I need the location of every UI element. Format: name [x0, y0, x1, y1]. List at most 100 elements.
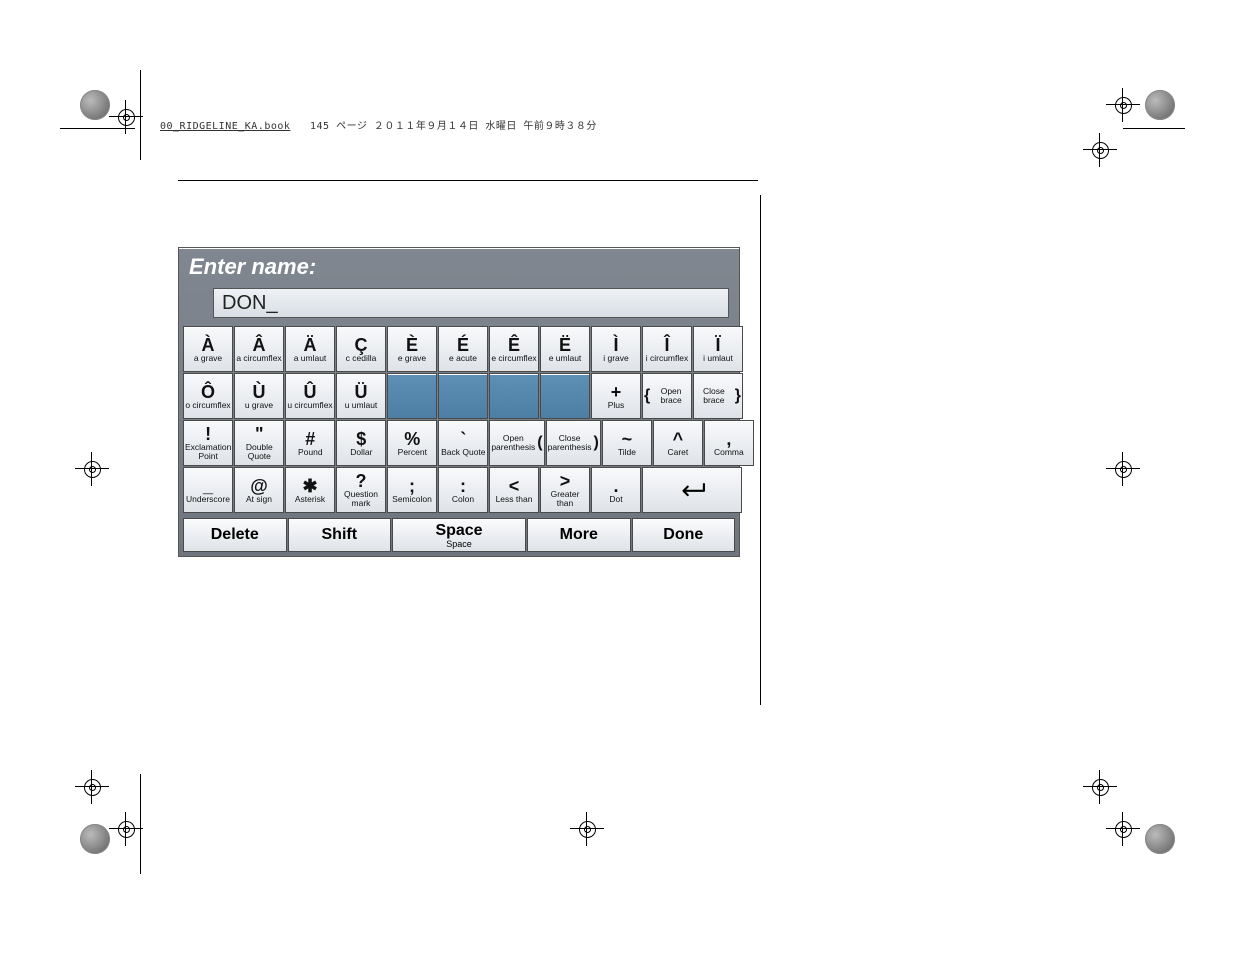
key-label: Semicolon: [392, 495, 432, 504]
key-pound[interactable]: #Pound: [285, 420, 335, 466]
key-glyph: Ç: [355, 336, 368, 354]
enter-key[interactable]: [642, 467, 742, 513]
register-mark: [1106, 88, 1140, 122]
key-glyph: !: [205, 425, 211, 443]
key-open-brace[interactable]: {Open brace: [642, 373, 692, 419]
key-label: Open brace: [652, 387, 690, 405]
register-mark: [1083, 133, 1117, 167]
key-glyph: @: [250, 477, 268, 495]
key-glyph: ~: [622, 430, 633, 448]
shift-button[interactable]: Shift: [288, 518, 392, 552]
register-mark: [1106, 812, 1140, 846]
key-glyph: Â: [253, 336, 266, 354]
key-label: Percent: [398, 448, 427, 457]
key-e-acute[interactable]: Ée acute: [438, 326, 488, 372]
key-i-grave[interactable]: Ìi grave: [591, 326, 641, 372]
key-i-umlaut[interactable]: Ïi umlaut: [693, 326, 743, 372]
key-label: u circumflex: [287, 401, 332, 410]
key-e-circumflex[interactable]: Êe circumflex: [489, 326, 539, 372]
key-less-than[interactable]: <Less than: [489, 467, 539, 513]
page-meta: 00_RIDGELINE_KA.book 145 ページ ２０１１年９月１４日 …: [160, 117, 597, 132]
blank-key: [438, 373, 488, 419]
key-e-grave[interactable]: Èe grave: [387, 326, 437, 372]
key-underscore[interactable]: _Underscore: [183, 467, 233, 513]
key-label: Back Quote: [441, 448, 485, 457]
key-glyph: É: [457, 336, 469, 354]
key-tilde[interactable]: ~Tilde: [602, 420, 652, 466]
space-button[interactable]: Space Space: [392, 518, 526, 552]
key-glyph: Ï: [715, 336, 720, 354]
register-orb: [1145, 824, 1175, 854]
key-double-quote[interactable]: "Double Quote: [234, 420, 284, 466]
register-orb: [80, 824, 110, 854]
key-label: u umlaut: [345, 401, 378, 410]
key-glyph: +: [611, 383, 622, 401]
key-label: a umlaut: [294, 354, 327, 363]
key-percent[interactable]: %Percent: [387, 420, 437, 466]
key-glyph: Ì: [613, 336, 618, 354]
key-glyph: Û: [304, 383, 317, 401]
space-sublabel: Space: [446, 539, 472, 549]
blank-key: [387, 373, 437, 419]
key-label: Close brace: [695, 387, 733, 405]
key-i-circumflex[interactable]: Îi circumflex: [642, 326, 692, 372]
blank-key: [540, 373, 590, 419]
key-caret[interactable]: ^Caret: [653, 420, 703, 466]
key-label: e circumflex: [491, 354, 536, 363]
key-glyph: (: [537, 434, 542, 452]
key-a-grave[interactable]: Àa grave: [183, 326, 233, 372]
key-exclamation-point[interactable]: !Exclamation Point: [183, 420, 233, 466]
key-label: i circumflex: [646, 354, 689, 363]
crop-guide: [140, 774, 141, 874]
key-greater-than[interactable]: >Greater than: [540, 467, 590, 513]
key-close-parenthesis[interactable]: Close parenthesis): [546, 420, 601, 466]
crop-guide: [140, 70, 141, 160]
file-name: 00_RIDGELINE_KA.book: [160, 121, 290, 132]
key-glyph: Î: [664, 336, 669, 354]
key-glyph: À: [202, 336, 215, 354]
key-c-cedilla[interactable]: Çc cedilla: [336, 326, 386, 372]
key-label: Less than: [496, 495, 533, 504]
key-label: c cedilla: [346, 354, 377, 363]
key-glyph: >: [560, 472, 571, 490]
crop-guide: [60, 128, 135, 129]
key-label: e umlaut: [549, 354, 582, 363]
key-back-quote[interactable]: `Back Quote: [438, 420, 488, 466]
done-button[interactable]: Done: [632, 518, 736, 552]
register-mark: [109, 812, 143, 846]
key-at-sign[interactable]: @At sign: [234, 467, 284, 513]
key-comma[interactable]: ,Comma: [704, 420, 754, 466]
key-glyph: %: [404, 430, 420, 448]
key-a-umlaut[interactable]: Äa umlaut: [285, 326, 335, 372]
key-glyph: Ô: [201, 383, 215, 401]
key-semicolon[interactable]: ;Semicolon: [387, 467, 437, 513]
more-button[interactable]: More: [527, 518, 631, 552]
register-mark: [75, 770, 109, 804]
key-dot[interactable]: .Dot: [591, 467, 641, 513]
key-open-parenthesis[interactable]: Open parenthesis(: [489, 420, 544, 466]
key-a-circumflex[interactable]: Âa circumflex: [234, 326, 284, 372]
delete-button[interactable]: Delete: [183, 518, 287, 552]
key-e-umlaut[interactable]: Ëe umlaut: [540, 326, 590, 372]
key-colon[interactable]: :Colon: [438, 467, 488, 513]
key-question-mark[interactable]: ?Question mark: [336, 467, 386, 513]
key-u-grave[interactable]: Ùu grave: [234, 373, 284, 419]
key-glyph: #: [305, 430, 315, 448]
key-glyph: Ü: [355, 383, 368, 401]
key-plus[interactable]: +Plus: [591, 373, 641, 419]
key-label: Close parenthesis: [548, 434, 592, 452]
key-label: Caret: [667, 448, 688, 457]
name-input[interactable]: DON_: [213, 288, 729, 318]
key-u-umlaut[interactable]: Üu umlaut: [336, 373, 386, 419]
key-label: e acute: [449, 354, 477, 363]
key-dollar[interactable]: $Dollar: [336, 420, 386, 466]
key-close-brace[interactable]: Close brace}: [693, 373, 743, 419]
key-asterisk[interactable]: ✱Asterisk: [285, 467, 335, 513]
key-glyph: _: [203, 477, 213, 495]
register-orb: [80, 90, 110, 120]
key-label: a circumflex: [236, 354, 281, 363]
key-glyph: Ë: [559, 336, 571, 354]
key-o-circumflex[interactable]: Ôo circumflex: [183, 373, 233, 419]
key-u-circumflex[interactable]: Ûu circumflex: [285, 373, 335, 419]
register-mark: [1083, 770, 1117, 804]
